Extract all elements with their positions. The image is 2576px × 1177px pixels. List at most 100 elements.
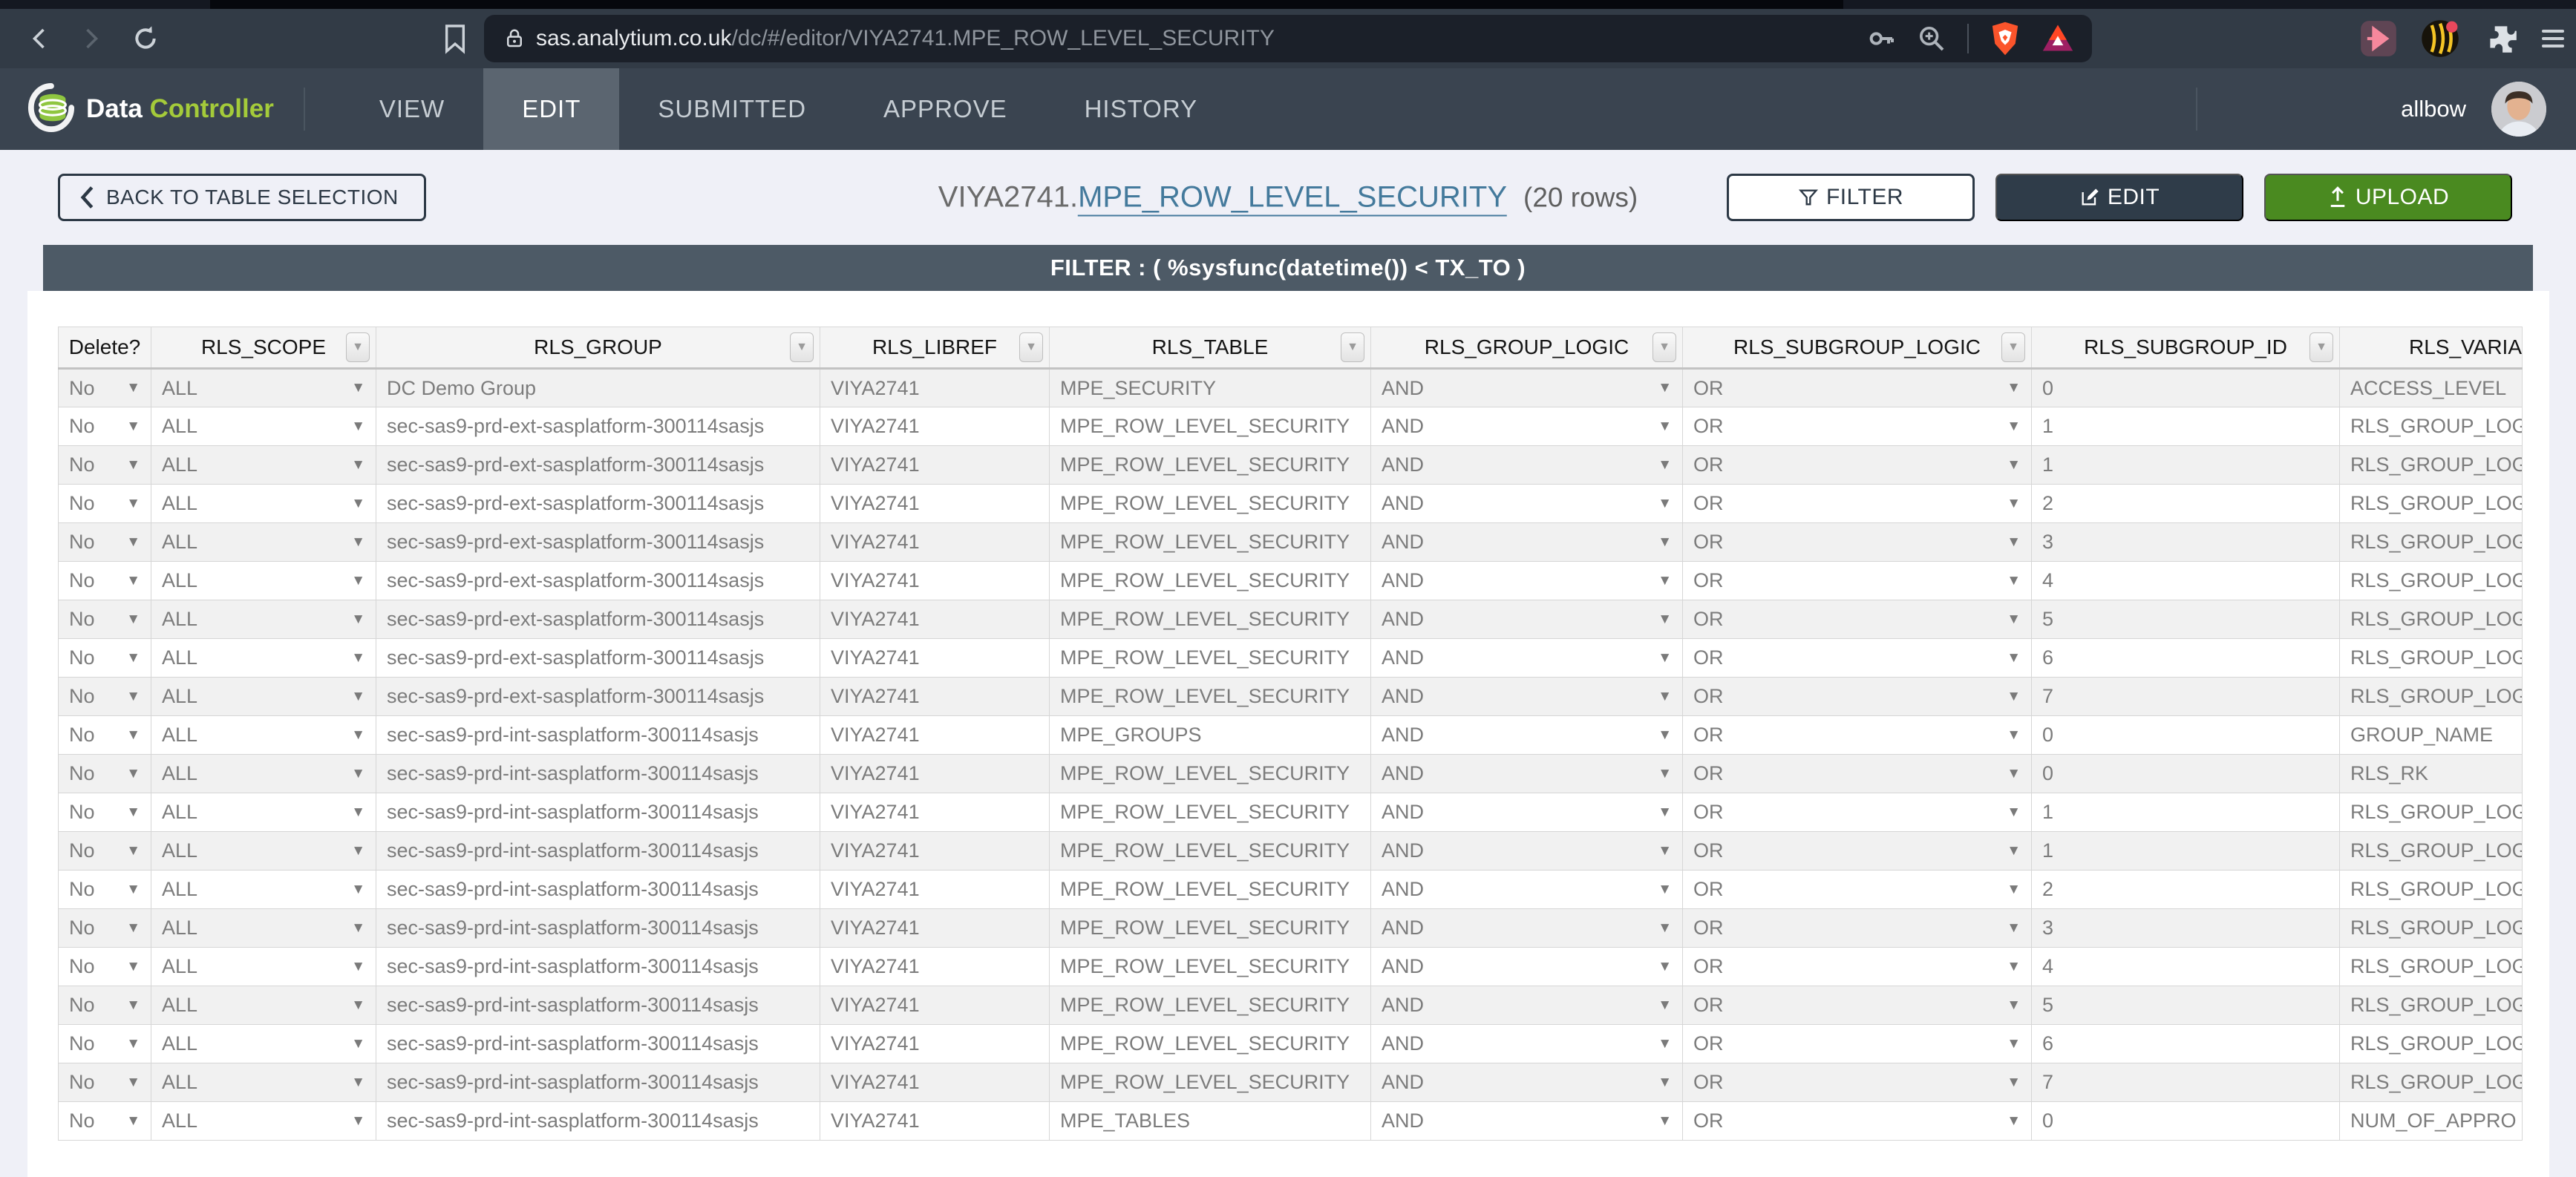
cell-group_logic[interactable]: AND ▼ bbox=[1370, 715, 1683, 755]
cell-libref[interactable]: VIYA2741 bbox=[820, 677, 1050, 716]
cell-subgroup_id[interactable]: 0 bbox=[2031, 1101, 2340, 1141]
cell-subgroup_logic[interactable]: OR ▼ bbox=[1682, 1101, 2032, 1141]
cell-variable[interactable]: RLS_GROUP_LOG bbox=[2339, 600, 2523, 639]
cell-group[interactable]: sec-sas9-prd-ext-sasplatform-300114sasjs bbox=[376, 638, 820, 678]
cell-group[interactable]: sec-sas9-prd-ext-sasplatform-300114sasjs bbox=[376, 445, 820, 485]
cell-subgroup_id[interactable]: 6 bbox=[2031, 638, 2340, 678]
cell-libref[interactable]: VIYA2741 bbox=[820, 407, 1050, 446]
back-to-table-selection-button[interactable]: BACK TO TABLE SELECTION bbox=[58, 174, 426, 221]
cell-subgroup_id[interactable]: 1 bbox=[2031, 831, 2340, 871]
cell-subgroup_id[interactable]: 6 bbox=[2031, 1024, 2340, 1063]
cell-libref[interactable]: VIYA2741 bbox=[820, 1101, 1050, 1141]
cell-group_logic[interactable]: AND ▼ bbox=[1370, 445, 1683, 485]
cell-delete[interactable]: No ▼ bbox=[58, 754, 151, 793]
cell-delete[interactable]: No ▼ bbox=[58, 1024, 151, 1063]
cell-scope[interactable]: ALL ▼ bbox=[151, 407, 376, 446]
cell-subgroup_id[interactable]: 4 bbox=[2031, 947, 2340, 986]
cell-scope[interactable]: ALL ▼ bbox=[151, 870, 376, 909]
column-filter-icon[interactable]: ▼ bbox=[1019, 332, 1043, 362]
cell-scope[interactable]: ALL ▼ bbox=[151, 522, 376, 562]
cell-delete[interactable]: No ▼ bbox=[58, 947, 151, 986]
cell-group[interactable]: sec-sas9-prd-ext-sasplatform-300114sasjs bbox=[376, 407, 820, 446]
cell-scope[interactable]: ALL ▼ bbox=[151, 445, 376, 485]
cell-table[interactable]: MPE_ROW_LEVEL_SECURITY bbox=[1049, 793, 1371, 832]
cell-table[interactable]: MPE_ROW_LEVEL_SECURITY bbox=[1049, 522, 1371, 562]
column-header-libref[interactable]: RLS_LIBREF ▼ bbox=[820, 327, 1050, 370]
cell-group_logic[interactable]: AND ▼ bbox=[1370, 1101, 1683, 1141]
browser-active-tab[interactable] bbox=[210, 0, 1843, 9]
cell-variable[interactable]: RLS_GROUP_LOG bbox=[2339, 947, 2523, 986]
cell-scope[interactable]: ALL ▼ bbox=[151, 1024, 376, 1063]
column-filter-icon[interactable]: ▼ bbox=[1341, 332, 1364, 362]
extensions-puzzle-icon[interactable] bbox=[2482, 20, 2520, 57]
cell-variable[interactable]: RLS_GROUP_LOG bbox=[2339, 484, 2523, 523]
cell-scope[interactable]: ALL ▼ bbox=[151, 715, 376, 755]
cell-variable[interactable]: RLS_GROUP_LOG bbox=[2339, 561, 2523, 600]
bookmark-icon[interactable] bbox=[442, 23, 468, 54]
cell-delete[interactable]: No ▼ bbox=[58, 561, 151, 600]
cell-variable[interactable]: RLS_GROUP_LOG bbox=[2339, 831, 2523, 871]
cell-subgroup_id[interactable]: 0 bbox=[2031, 754, 2340, 793]
cell-table[interactable]: MPE_ROW_LEVEL_SECURITY bbox=[1049, 1024, 1371, 1063]
cell-libref[interactable]: VIYA2741 bbox=[820, 484, 1050, 523]
cell-delete[interactable]: No ▼ bbox=[58, 522, 151, 562]
cell-group_logic[interactable]: AND ▼ bbox=[1370, 831, 1683, 871]
cell-table[interactable]: MPE_ROW_LEVEL_SECURITY bbox=[1049, 1063, 1371, 1102]
cell-variable[interactable]: RLS_GROUP_LOG bbox=[2339, 793, 2523, 832]
brand[interactable]: Data Controller bbox=[0, 68, 304, 150]
cell-table[interactable]: MPE_ROW_LEVEL_SECURITY bbox=[1049, 407, 1371, 446]
column-filter-icon[interactable]: ▼ bbox=[1653, 332, 1676, 362]
cell-scope[interactable]: ALL ▼ bbox=[151, 947, 376, 986]
url-bar[interactable]: sas.analytium.co.uk/dc/#/editor/VIYA2741… bbox=[484, 15, 2092, 62]
cell-subgroup_logic[interactable]: OR ▼ bbox=[1682, 484, 2032, 523]
cell-variable[interactable]: GROUP_NAME bbox=[2339, 715, 2523, 755]
filter-button[interactable]: FILTER bbox=[1727, 174, 1975, 221]
tab-history[interactable]: HISTORY bbox=[1046, 68, 1237, 150]
cell-group[interactable]: sec-sas9-prd-ext-sasplatform-300114sasjs bbox=[376, 600, 820, 639]
cell-subgroup_id[interactable]: 4 bbox=[2031, 561, 2340, 600]
cell-group_logic[interactable]: AND ▼ bbox=[1370, 986, 1683, 1025]
cell-libref[interactable]: VIYA2741 bbox=[820, 870, 1050, 909]
cell-subgroup_logic[interactable]: OR ▼ bbox=[1682, 908, 2032, 948]
cell-libref[interactable]: VIYA2741 bbox=[820, 600, 1050, 639]
column-header-group_logic[interactable]: RLS_GROUP_LOGIC ▼ bbox=[1370, 327, 1683, 370]
cell-table[interactable]: MPE_ROW_LEVEL_SECURITY bbox=[1049, 638, 1371, 678]
cell-scope[interactable]: ALL ▼ bbox=[151, 638, 376, 678]
cell-subgroup_logic[interactable]: OR ▼ bbox=[1682, 831, 2032, 871]
cell-delete[interactable]: No ▼ bbox=[58, 715, 151, 755]
cell-group[interactable]: sec-sas9-prd-int-sasplatform-300114sasjs bbox=[376, 793, 820, 832]
cell-table[interactable]: MPE_ROW_LEVEL_SECURITY bbox=[1049, 445, 1371, 485]
key-icon[interactable] bbox=[1866, 24, 1896, 53]
tab-edit[interactable]: EDIT bbox=[483, 68, 620, 150]
cell-subgroup_id[interactable]: 3 bbox=[2031, 908, 2340, 948]
column-header-table[interactable]: RLS_TABLE ▼ bbox=[1049, 327, 1371, 370]
cell-subgroup_logic[interactable]: OR ▼ bbox=[1682, 715, 2032, 755]
tab-approve[interactable]: APPROVE bbox=[845, 68, 1046, 150]
cell-subgroup_logic[interactable]: OR ▼ bbox=[1682, 677, 2032, 716]
cell-group_logic[interactable]: AND ▼ bbox=[1370, 947, 1683, 986]
reload-icon[interactable] bbox=[131, 23, 160, 54]
tab-view[interactable]: VIEW bbox=[341, 68, 483, 150]
cell-group[interactable]: sec-sas9-prd-ext-sasplatform-300114sasjs bbox=[376, 561, 820, 600]
cell-variable[interactable]: RLS_GROUP_LOG bbox=[2339, 870, 2523, 909]
cell-group_logic[interactable]: AND ▼ bbox=[1370, 754, 1683, 793]
cell-delete[interactable]: No ▼ bbox=[58, 870, 151, 909]
cell-group_logic[interactable]: AND ▼ bbox=[1370, 1063, 1683, 1102]
cell-libref[interactable]: VIYA2741 bbox=[820, 1063, 1050, 1102]
cell-variable[interactable]: RLS_GROUP_LOG bbox=[2339, 1024, 2523, 1063]
upload-button[interactable]: UPLOAD bbox=[2264, 174, 2512, 221]
cell-subgroup_logic[interactable]: OR ▼ bbox=[1682, 561, 2032, 600]
lock-icon[interactable] bbox=[503, 25, 526, 52]
cell-variable[interactable]: RLS_GROUP_LOG bbox=[2339, 638, 2523, 678]
cell-libref[interactable]: VIYA2741 bbox=[820, 831, 1050, 871]
cell-variable[interactable]: ACCESS_LEVEL bbox=[2339, 368, 2523, 407]
cell-scope[interactable]: ALL ▼ bbox=[151, 677, 376, 716]
column-filter-icon[interactable]: ▼ bbox=[2309, 332, 2333, 362]
cell-variable[interactable]: RLS_GROUP_LOG bbox=[2339, 908, 2523, 948]
cell-delete[interactable]: No ▼ bbox=[58, 908, 151, 948]
cell-libref[interactable]: VIYA2741 bbox=[820, 638, 1050, 678]
cell-group[interactable]: sec-sas9-prd-ext-sasplatform-300114sasjs bbox=[376, 484, 820, 523]
column-filter-icon[interactable]: ▼ bbox=[2001, 332, 2025, 362]
cell-group_logic[interactable]: AND ▼ bbox=[1370, 793, 1683, 832]
column-header-subgroup_id[interactable]: RLS_SUBGROUP_ID ▼ bbox=[2031, 327, 2340, 370]
